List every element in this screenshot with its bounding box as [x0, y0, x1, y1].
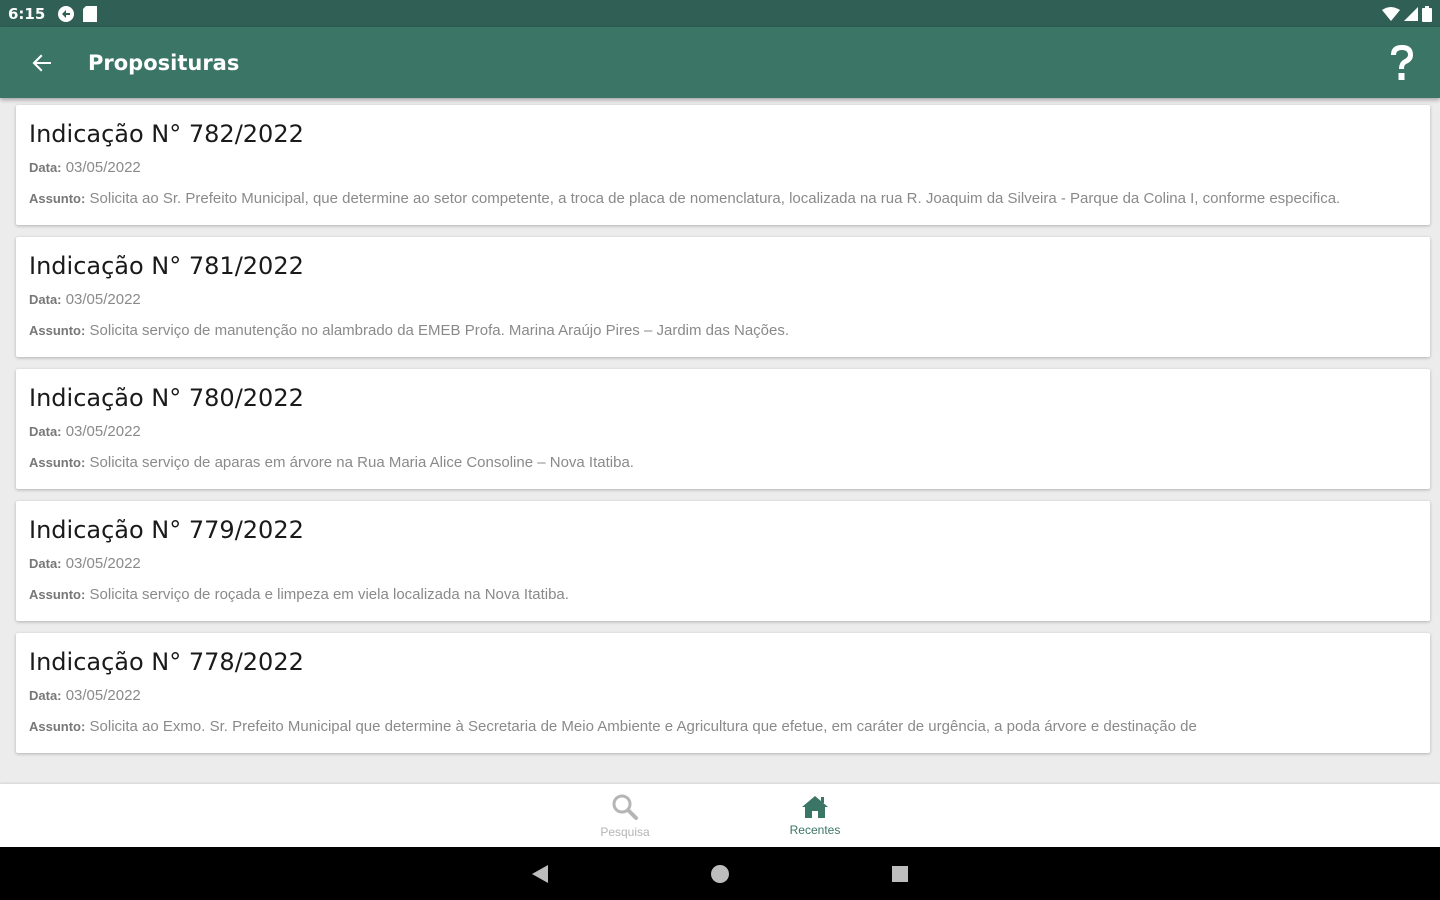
item-date-row: Data: 03/05/2022 [29, 289, 1418, 310]
item-subject: Solicita serviço de roçada e limpeza em … [89, 586, 569, 603]
item-subject: Solicita ao Exmo. Sr. Prefeito Municipal… [89, 718, 1197, 735]
subject-label: Assunto: [29, 191, 86, 206]
battery-icon [1422, 5, 1432, 22]
home-icon [802, 795, 828, 818]
date-label: Data: [29, 292, 62, 307]
item-title: Indicação N° 782/2022 [29, 120, 304, 148]
item-subject-row: Assunto: Solicita ao Sr. Prefeito Munici… [29, 188, 1418, 209]
circle-home-icon [711, 864, 729, 883]
help-icon [1391, 44, 1413, 80]
bottom-navigation: Pesquisa Recentes [0, 784, 1440, 847]
triangle-back-icon [532, 864, 548, 883]
search-icon [612, 794, 638, 820]
item-title: Indicação N° 779/2022 [29, 516, 304, 544]
nav-search-label: Pesquisa [600, 824, 650, 839]
item-date-row: Data: 03/05/2022 [29, 421, 1418, 442]
wifi-icon [1382, 6, 1400, 21]
list-item[interactable]: Indicação N° 779/2022 Data: 03/05/2022 A… [16, 501, 1430, 621]
nav-search[interactable]: Pesquisa [530, 793, 720, 839]
item-date: 03/05/2022 [65, 423, 141, 440]
subject-label: Assunto: [29, 719, 86, 734]
status-bar: 6:15 [0, 0, 1440, 27]
date-label: Data: [29, 556, 62, 571]
item-date: 03/05/2022 [65, 687, 141, 704]
item-title: Indicação N° 781/2022 [29, 252, 304, 280]
nav-recent[interactable]: Recentes [720, 795, 910, 837]
item-date-row: Data: 03/05/2022 [29, 553, 1418, 574]
system-back-button[interactable] [450, 864, 630, 884]
item-subject-row: Assunto: Solicita serviço de manutenção … [29, 320, 1418, 341]
nav-recent-label: Recentes [789, 822, 841, 837]
page-title: Proposituras [88, 50, 240, 75]
list-item[interactable]: Indicação N° 778/2022 Data: 03/05/2022 A… [16, 633, 1430, 753]
list-item[interactable]: Indicação N° 780/2022 Data: 03/05/2022 A… [16, 369, 1430, 489]
item-subject-row: Assunto: Solicita serviço de roçada e li… [29, 584, 1418, 605]
item-subject-row: Assunto: Solicita serviço de aparas em á… [29, 452, 1418, 473]
item-title: Indicação N° 778/2022 [29, 648, 304, 676]
status-right-icons [1382, 5, 1432, 22]
item-date-row: Data: 03/05/2022 [29, 685, 1418, 706]
notification-icons [57, 5, 98, 23]
item-title: Indicação N° 780/2022 [29, 384, 304, 412]
subject-label: Assunto: [29, 455, 86, 470]
app-bar: Proposituras [0, 27, 1440, 98]
sd-card-icon [83, 5, 98, 22]
item-subject-row: Assunto: Solicita ao Exmo. Sr. Prefeito … [29, 716, 1418, 737]
system-home-button[interactable] [630, 864, 810, 884]
signal-icon [1404, 6, 1418, 21]
sync-notification-icon [58, 5, 75, 22]
item-date-row: Data: 03/05/2022 [29, 157, 1418, 178]
date-label: Data: [29, 688, 62, 703]
help-button[interactable] [1382, 38, 1422, 88]
system-recents-button[interactable] [810, 865, 990, 883]
item-subject: Solicita serviço de manutenção no alambr… [89, 322, 790, 339]
arrow-back-icon [32, 54, 51, 71]
item-date: 03/05/2022 [65, 555, 141, 572]
subject-label: Assunto: [29, 587, 86, 602]
date-label: Data: [29, 424, 62, 439]
item-subject: Solicita serviço de aparas em árvore na … [89, 454, 634, 471]
list-item[interactable]: Indicação N° 782/2022 Data: 03/05/2022 A… [16, 105, 1430, 225]
status-time: 6:15 [8, 4, 46, 23]
app-root: 6:15 Proposituras Indicação N° 782/2022 … [0, 0, 1440, 900]
system-navigation-bar [0, 847, 1440, 900]
date-label: Data: [29, 160, 62, 175]
back-button[interactable] [22, 43, 62, 83]
square-recents-icon [892, 865, 908, 882]
item-date: 03/05/2022 [65, 159, 141, 176]
item-date: 03/05/2022 [65, 291, 141, 308]
propositions-list[interactable]: Indicação N° 782/2022 Data: 03/05/2022 A… [0, 98, 1440, 784]
item-subject: Solicita ao Sr. Prefeito Municipal, que … [89, 190, 1341, 207]
subject-label: Assunto: [29, 323, 86, 338]
list-item[interactable]: Indicação N° 781/2022 Data: 03/05/2022 A… [16, 237, 1430, 357]
